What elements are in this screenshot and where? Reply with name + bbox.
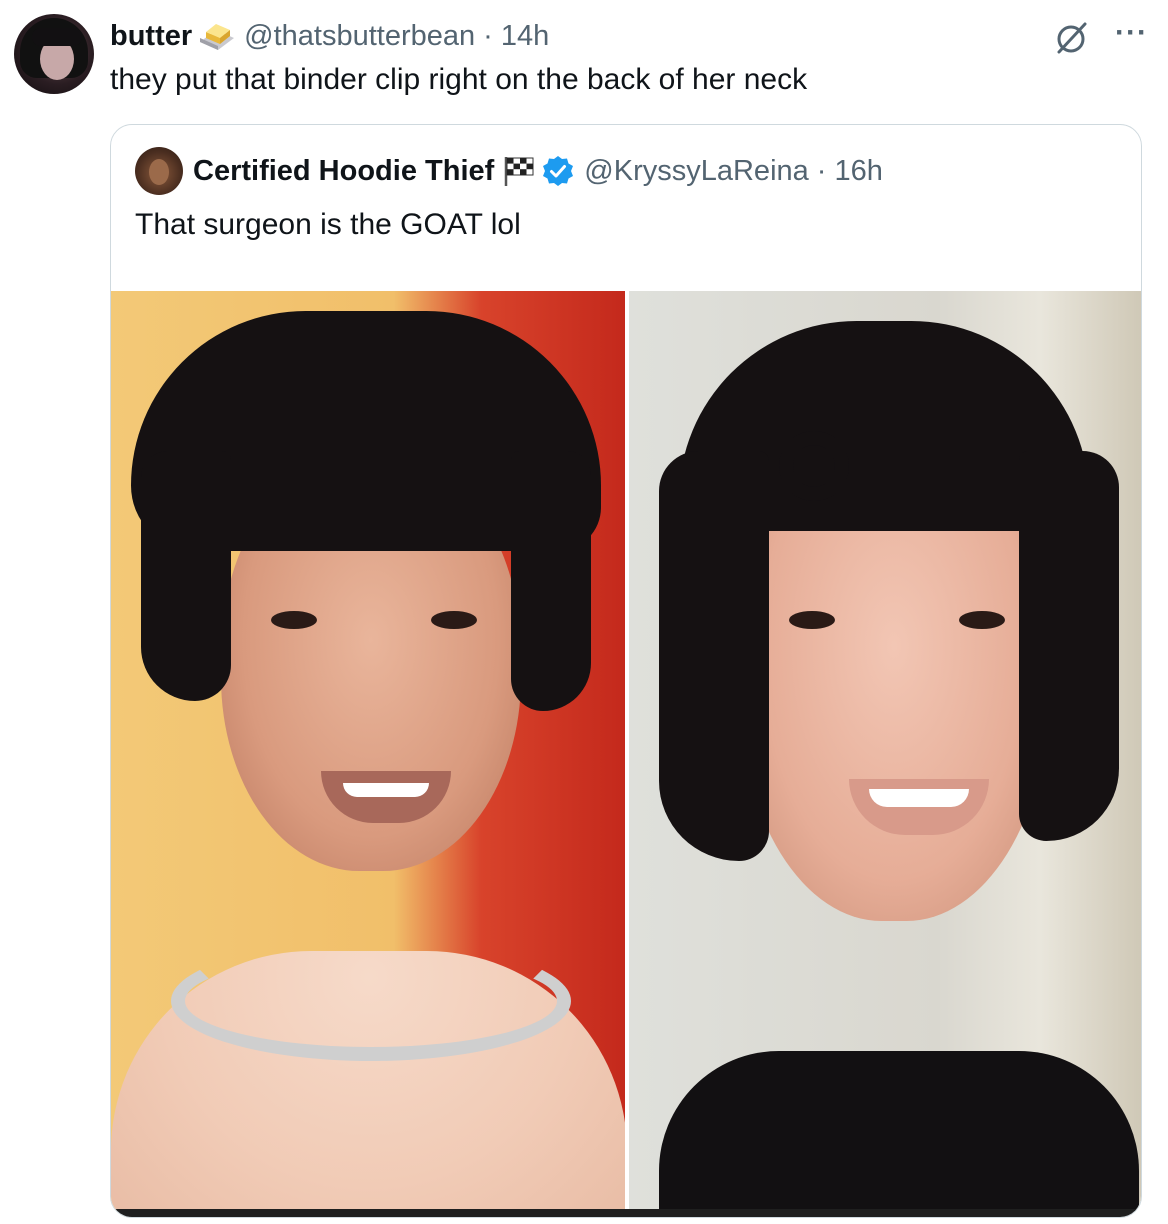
tweet[interactable]: butter @thatsbutterbean · 14h ··· they p… [0, 0, 1168, 1224]
photo-right-teeth [869, 789, 969, 807]
avatar-bangs [32, 28, 82, 46]
header-separator: · [483, 19, 493, 52]
quoted-avatar-face [149, 159, 169, 185]
more-options-icon[interactable]: ··· [1115, 18, 1148, 48]
checkered-flag-icon [502, 155, 536, 187]
quoted-author-handle[interactable]: @KryssyLaReina [584, 155, 808, 188]
quoted-header-separator: · [816, 154, 827, 187]
quoted-tweet-text: That surgeon is the GOAT lol [135, 208, 521, 241]
photo-right-eye-right [959, 611, 1005, 629]
media-photo-right[interactable] [629, 291, 1141, 1211]
grok-icon[interactable] [1053, 20, 1089, 56]
author-display-name[interactable]: butter [110, 20, 192, 53]
photo-left-hair-side-right [511, 451, 591, 711]
quoted-tweet-timestamp[interactable]: 16h [834, 155, 882, 188]
photo-left-eye-right [431, 611, 477, 629]
tweet-text: they put that binder clip right on the b… [110, 63, 808, 96]
quoted-author-display-name[interactable]: Certified Hoodie Thief [193, 155, 494, 188]
media-bottom-bar [111, 1209, 1141, 1217]
verified-badge-icon [542, 155, 574, 187]
photo-left-teeth [343, 783, 429, 797]
photo-left-hair-side [141, 451, 231, 701]
photo-right-hair-left-bob [659, 451, 769, 861]
media-photo-left[interactable] [111, 291, 625, 1211]
quoted-tweet-header: Certified Hoodie Thief @KryssyLaReina · … [193, 151, 883, 191]
quoted-media-grid [111, 291, 1141, 1211]
author-handle[interactable]: @thatsbutterbean [244, 20, 475, 53]
quoted-tweet[interactable]: Certified Hoodie Thief @KryssyLaReina · … [110, 124, 1142, 1218]
butter-icon [198, 20, 236, 52]
photo-right-hair-right-bob [1019, 451, 1119, 841]
tweet-actions: ··· [1053, 18, 1148, 56]
tweet-timestamp[interactable]: 14h [501, 20, 549, 53]
author-avatar[interactable] [14, 14, 94, 94]
photo-right-dress [659, 1051, 1139, 1211]
photo-right-eye-left [789, 611, 835, 629]
photo-right-curl [779, 431, 849, 501]
tweet-header: butter @thatsbutterbean · 14h [110, 16, 549, 56]
quoted-author-avatar[interactable] [135, 147, 183, 195]
photo-left-necklace [171, 941, 571, 1061]
photo-left-eye-left [271, 611, 317, 629]
